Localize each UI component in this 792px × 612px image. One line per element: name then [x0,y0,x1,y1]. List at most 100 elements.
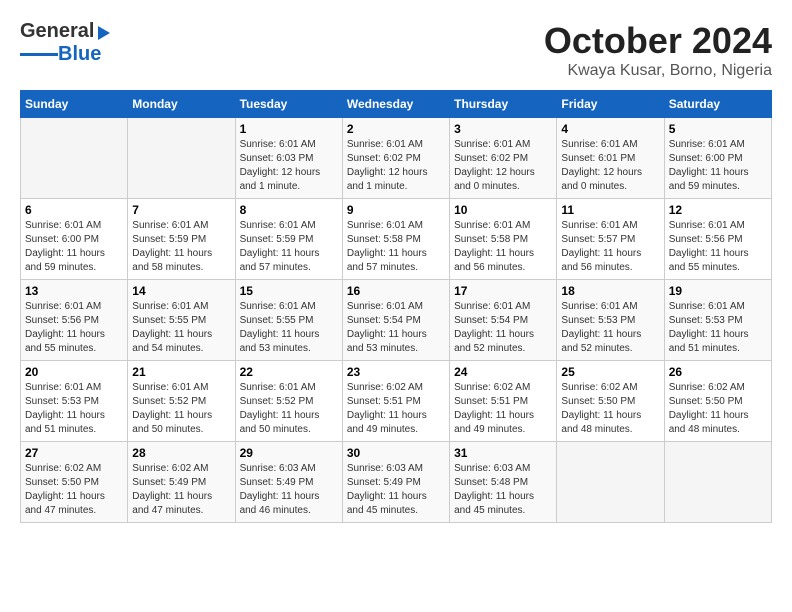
table-row: 5Sunrise: 6:01 AM Sunset: 6:00 PM Daylig… [664,118,771,199]
table-row: 15 Sunrise: 6:01 AM Sunset: 5:55 PM Dayli… [235,280,342,361]
calendar-body: 1Sunrise: 6:01 AM Sunset: 6:03 PM Daylig… [21,118,772,523]
table-row: 19 Sunrise: 6:01 AM Sunset: 5:53 PM Dayli… [664,280,771,361]
table-row: 21Sunrise: 6:01 AM Sunset: 5:52 PM Dayli… [128,361,235,442]
day-number: 30 [347,446,445,460]
day-number: 19 [669,284,767,298]
day-number: 14 [132,284,230,298]
day-info: Sunrise: 6:01 AM Sunset: 6:03 PM Dayligh… [240,138,338,194]
day-info: Sunrise: 6:01 AM Sunset: 5:54 PM Dayligh… [454,300,552,356]
col-thursday: Thursday [450,91,557,118]
table-row [664,442,771,523]
col-friday: Friday [557,91,664,118]
page-header: General Blue October 2024 Kwaya Kusar, B… [20,20,772,80]
calendar-subtitle: Kwaya Kusar, Borno, Nigeria [544,62,772,80]
day-info: Sunrise: 6:03 AM Sunset: 5:49 PM Dayligh… [347,462,445,518]
table-row: 12Sunrise: 6:01 AM Sunset: 5:56 PM Dayli… [664,199,771,280]
col-saturday: Saturday [664,91,771,118]
calendar-title: October 2024 [544,20,772,62]
day-info: Sunrise: 6:03 AM Sunset: 5:49 PM Dayligh… [240,462,338,518]
col-monday: Monday [128,91,235,118]
logo-blue-text: Blue [58,43,101,66]
day-number: 26 [669,365,767,379]
calendar-week-row: 27 Sunrise: 6:02 AM Sunset: 5:50 PM Dayli… [21,442,772,523]
table-row: 28Sunrise: 6:02 AM Sunset: 5:49 PM Dayli… [128,442,235,523]
day-number: 12 [669,203,767,217]
table-row: 11 Sunrise: 6:01 AM Sunset: 5:57 PM Dayli… [557,199,664,280]
logo: General Blue [20,20,110,66]
table-row: 9 Sunrise: 6:01 AM Sunset: 5:58 PM Daylig… [342,199,449,280]
day-number: 8 [240,203,338,217]
day-number: 15 [240,284,338,298]
day-info: Sunrise: 6:01 AM Sunset: 5:53 PM Dayligh… [25,381,123,437]
day-number: 10 [454,203,552,217]
day-info: Sunrise: 6:02 AM Sunset: 5:49 PM Dayligh… [132,462,230,518]
table-row: 13 Sunrise: 6:01 AM Sunset: 5:56 PM Dayli… [21,280,128,361]
logo-general-text: General [20,20,94,43]
table-row [128,118,235,199]
table-row: 22 Sunrise: 6:01 AM Sunset: 5:52 PM Dayli… [235,361,342,442]
day-info: Sunrise: 6:01 AM Sunset: 5:53 PM Dayligh… [561,300,659,356]
table-row: 10 Sunrise: 6:01 AM Sunset: 5:58 PM Dayli… [450,199,557,280]
day-info: Sunrise: 6:02 AM Sunset: 5:51 PM Dayligh… [347,381,445,437]
table-row: 17 Sunrise: 6:01 AM Sunset: 5:54 PM Dayli… [450,280,557,361]
day-number: 3 [454,122,552,136]
table-row: 18 Sunrise: 6:01 AM Sunset: 5:53 PM Dayli… [557,280,664,361]
day-number: 9 [347,203,445,217]
calendar-week-row: 1Sunrise: 6:01 AM Sunset: 6:03 PM Daylig… [21,118,772,199]
col-wednesday: Wednesday [342,91,449,118]
day-info: Sunrise: 6:01 AM Sunset: 5:55 PM Dayligh… [132,300,230,356]
calendar-week-row: 20 Sunrise: 6:01 AM Sunset: 5:53 PM Dayli… [21,361,772,442]
table-row: 26 Sunrise: 6:02 AM Sunset: 5:50 PM Dayli… [664,361,771,442]
day-number: 27 [25,446,123,460]
header-row: Sunday Monday Tuesday Wednesday Thursday… [21,91,772,118]
table-row [21,118,128,199]
table-row: 30 Sunrise: 6:03 AM Sunset: 5:49 PM Dayli… [342,442,449,523]
day-number: 24 [454,365,552,379]
day-info: Sunrise: 6:01 AM Sunset: 6:02 PM Dayligh… [454,138,552,194]
day-info: Sunrise: 6:01 AM Sunset: 5:59 PM Dayligh… [240,219,338,275]
col-tuesday: Tuesday [235,91,342,118]
day-number: 4 [561,122,659,136]
table-row: 2Sunrise: 6:01 AM Sunset: 6:02 PM Daylig… [342,118,449,199]
table-row: 4 Sunrise: 6:01 AM Sunset: 6:01 PM Daylig… [557,118,664,199]
day-number: 11 [561,203,659,217]
day-info: Sunrise: 6:02 AM Sunset: 5:51 PM Dayligh… [454,381,552,437]
day-info: Sunrise: 6:03 AM Sunset: 5:48 PM Dayligh… [454,462,552,518]
table-row: 31Sunrise: 6:03 AM Sunset: 5:48 PM Dayli… [450,442,557,523]
day-number: 18 [561,284,659,298]
logo-underline [20,53,58,56]
day-info: Sunrise: 6:01 AM Sunset: 6:02 PM Dayligh… [347,138,445,194]
day-info: Sunrise: 6:01 AM Sunset: 6:01 PM Dayligh… [561,138,659,194]
day-number: 5 [669,122,767,136]
day-info: Sunrise: 6:01 AM Sunset: 5:59 PM Dayligh… [132,219,230,275]
day-info: Sunrise: 6:01 AM Sunset: 5:52 PM Dayligh… [132,381,230,437]
day-info: Sunrise: 6:01 AM Sunset: 5:57 PM Dayligh… [561,219,659,275]
day-number: 13 [25,284,123,298]
calendar-week-row: 13 Sunrise: 6:01 AM Sunset: 5:56 PM Dayli… [21,280,772,361]
day-number: 6 [25,203,123,217]
day-info: Sunrise: 6:01 AM Sunset: 5:53 PM Dayligh… [669,300,767,356]
calendar-table: Sunday Monday Tuesday Wednesday Thursday… [20,90,772,523]
day-number: 20 [25,365,123,379]
col-sunday: Sunday [21,91,128,118]
day-number: 22 [240,365,338,379]
day-number: 7 [132,203,230,217]
day-info: Sunrise: 6:01 AM Sunset: 5:52 PM Dayligh… [240,381,338,437]
day-info: Sunrise: 6:01 AM Sunset: 5:58 PM Dayligh… [454,219,552,275]
day-info: Sunrise: 6:02 AM Sunset: 5:50 PM Dayligh… [669,381,767,437]
day-number: 23 [347,365,445,379]
day-info: Sunrise: 6:01 AM Sunset: 5:56 PM Dayligh… [25,300,123,356]
calendar-header: Sunday Monday Tuesday Wednesday Thursday… [21,91,772,118]
table-row: 1Sunrise: 6:01 AM Sunset: 6:03 PM Daylig… [235,118,342,199]
day-info: Sunrise: 6:01 AM Sunset: 5:55 PM Dayligh… [240,300,338,356]
table-row: 20 Sunrise: 6:01 AM Sunset: 5:53 PM Dayli… [21,361,128,442]
day-number: 17 [454,284,552,298]
table-row: 16Sunrise: 6:01 AM Sunset: 5:54 PM Dayli… [342,280,449,361]
table-row: 7 Sunrise: 6:01 AM Sunset: 5:59 PM Daylig… [128,199,235,280]
day-info: Sunrise: 6:01 AM Sunset: 5:54 PM Dayligh… [347,300,445,356]
day-info: Sunrise: 6:02 AM Sunset: 5:50 PM Dayligh… [561,381,659,437]
day-info: Sunrise: 6:02 AM Sunset: 5:50 PM Dayligh… [25,462,123,518]
day-info: Sunrise: 6:01 AM Sunset: 6:00 PM Dayligh… [25,219,123,275]
day-info: Sunrise: 6:01 AM Sunset: 5:58 PM Dayligh… [347,219,445,275]
table-row: 29Sunrise: 6:03 AM Sunset: 5:49 PM Dayli… [235,442,342,523]
